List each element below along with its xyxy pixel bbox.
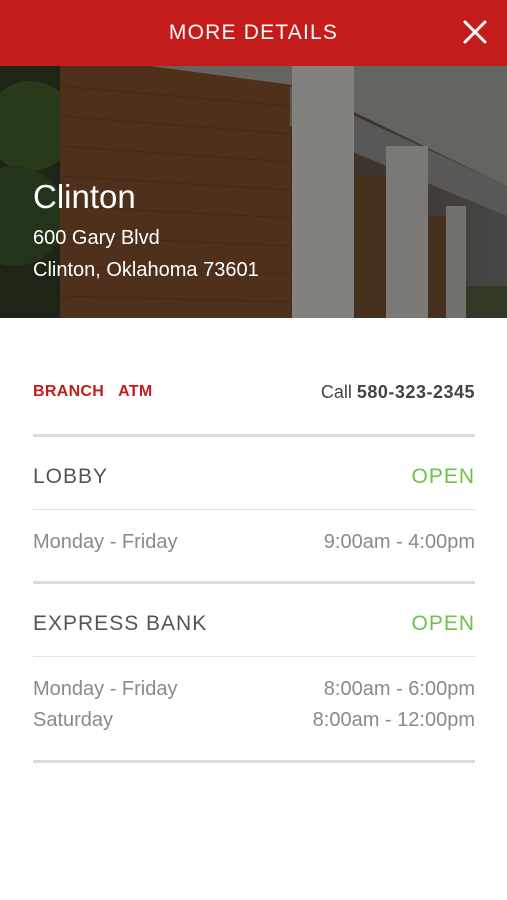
hours-row: Monday - Friday 8:00am - 6:00pm xyxy=(33,675,475,703)
call-prefix: Call xyxy=(320,381,352,402)
hours-row: Saturday 8:00am - 12:00pm xyxy=(33,706,475,734)
section-express-bank-header: EXPRESS BANK OPEN xyxy=(33,609,475,639)
hours-days: Saturday xyxy=(33,708,114,731)
phone-number: 580-323-2345 xyxy=(356,381,475,402)
address-line-2: Clinton, Oklahoma 73601 xyxy=(33,259,259,281)
branch-city: Clinton xyxy=(33,178,136,215)
section-title: LOBBY xyxy=(33,465,109,488)
section-title: EXPRESS BANK xyxy=(33,612,208,635)
hours-days: Monday - Friday xyxy=(33,677,178,700)
address-line-1: 600 Gary Blvd xyxy=(33,227,160,249)
divider xyxy=(33,581,475,584)
close-icon xyxy=(463,20,487,44)
status-badge: OPEN xyxy=(411,465,475,488)
hours-days: Monday - Friday xyxy=(33,530,178,553)
tag-atm: ATM xyxy=(118,383,153,400)
divider xyxy=(33,434,475,437)
branch-info-row: BRANCH ATM Call 580-323-2345 xyxy=(33,378,475,406)
tag-branch: BRANCH xyxy=(33,383,105,400)
hours-time: 9:00am - 4:00pm xyxy=(323,530,475,553)
page-title: MORE DETAILS xyxy=(168,21,339,44)
close-button[interactable] xyxy=(461,18,489,46)
call-link[interactable]: Call 580-323-2345 xyxy=(321,382,475,403)
divider xyxy=(33,760,475,763)
app-header: MORE DETAILS xyxy=(0,0,507,66)
hours-row: Monday - Friday 9:00am - 4:00pm xyxy=(33,528,475,556)
hours-time: 8:00am - 6:00pm xyxy=(323,677,475,700)
divider xyxy=(33,509,475,510)
branch-photo: Clinton 600 Gary Blvd Clinton, Oklahoma … xyxy=(0,66,507,318)
status-badge: OPEN xyxy=(411,612,475,635)
section-lobby-header: LOBBY OPEN xyxy=(33,462,475,492)
divider xyxy=(33,656,475,657)
hours-time: 8:00am - 12:00pm xyxy=(312,708,475,731)
